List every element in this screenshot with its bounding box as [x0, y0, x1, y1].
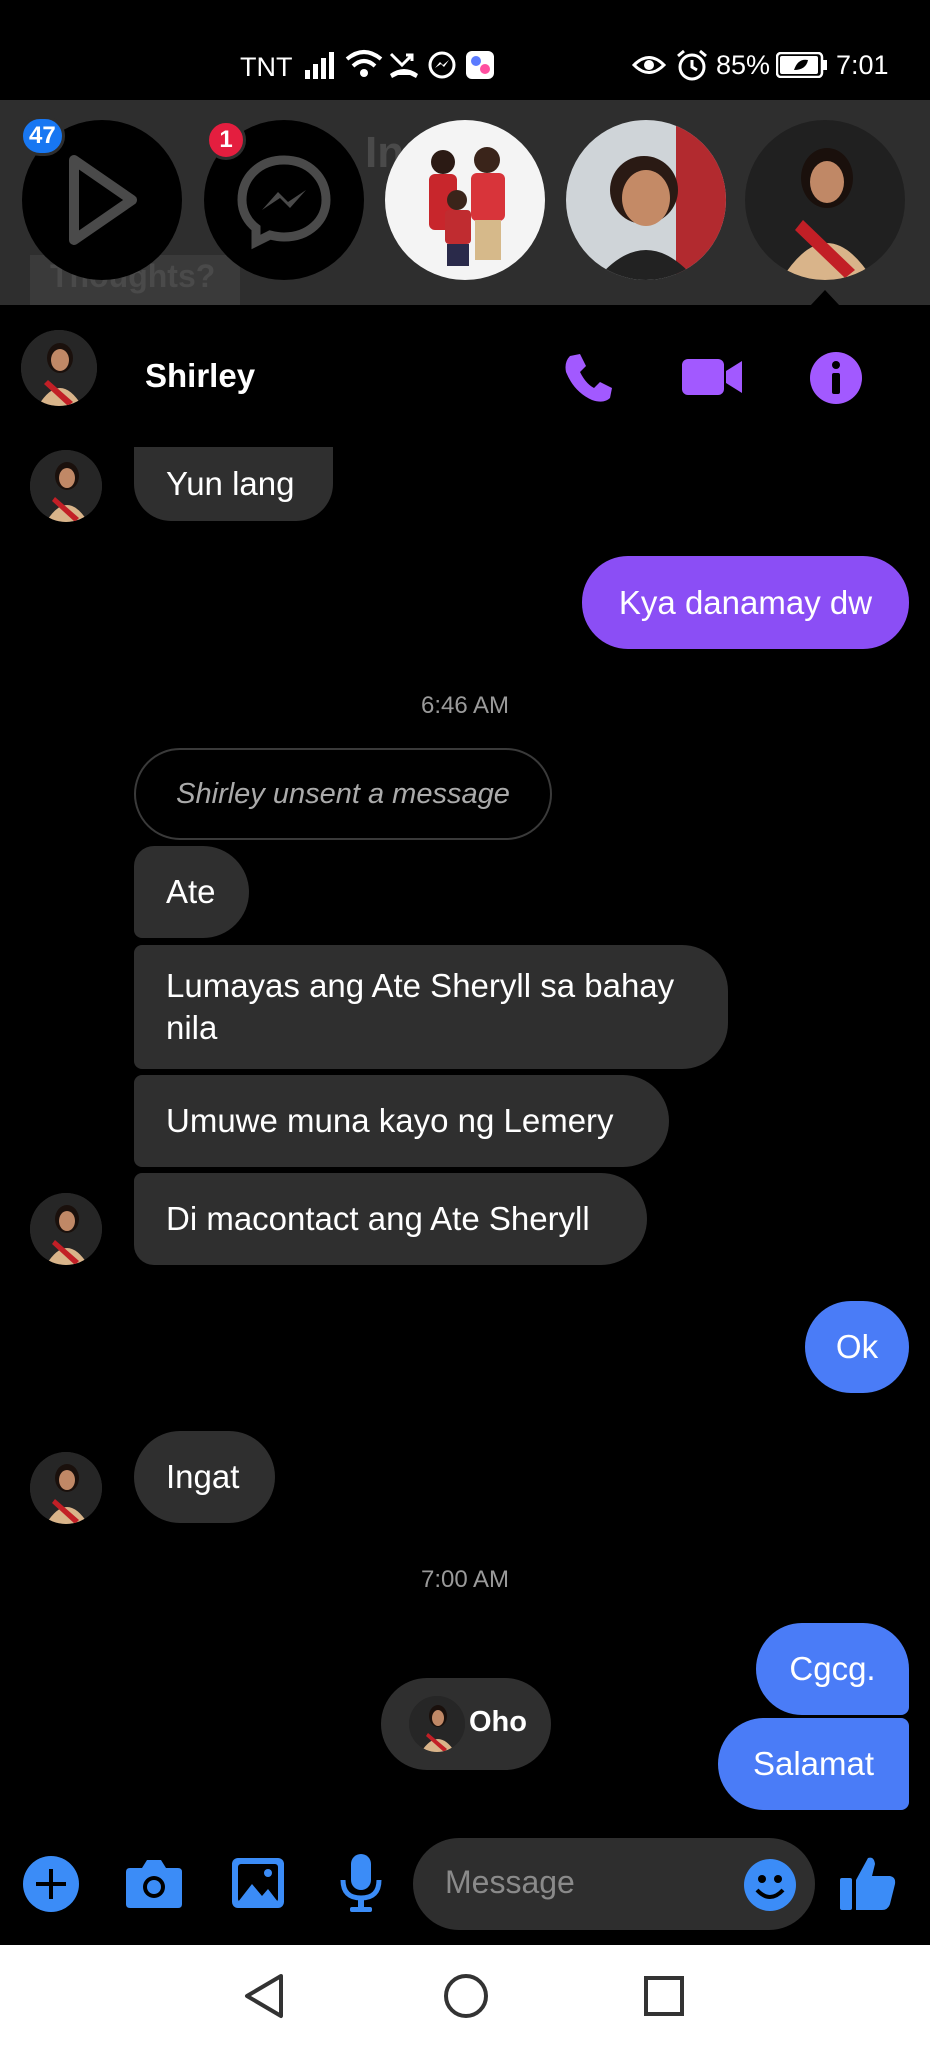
- emoji-icon[interactable]: [743, 1858, 797, 1912]
- incoming-message[interactable]: Di macontact ang Ate Sheryll: [134, 1173, 647, 1265]
- contact-name[interactable]: Shirley: [145, 357, 255, 395]
- unsent-message-notice: Shirley unsent a message: [134, 748, 552, 840]
- outgoing-message[interactable]: Cgcg.: [756, 1623, 909, 1715]
- outgoing-message[interactable]: Ok: [805, 1301, 909, 1393]
- contact-chat-head[interactable]: [566, 120, 726, 280]
- back-icon[interactable]: [243, 1973, 285, 2019]
- message-input[interactable]: Message: [413, 1838, 815, 1930]
- voice-call-icon[interactable]: [560, 350, 614, 404]
- reply-avatar: [409, 1696, 465, 1752]
- microphone-icon[interactable]: [338, 1852, 384, 1914]
- signal-icon: [305, 52, 334, 79]
- outgoing-message[interactable]: Salamat: [718, 1718, 909, 1810]
- missed-call-icon: [389, 52, 418, 78]
- android-nav-bar: [0, 1945, 930, 2048]
- video-call-icon[interactable]: [680, 355, 744, 399]
- shirley-photo: [745, 120, 905, 280]
- message-avatar: [30, 450, 102, 522]
- unread-badge: 1: [206, 120, 246, 160]
- timestamp: 6:46 AM: [420, 692, 510, 719]
- incoming-reply-message[interactable]: Oho: [381, 1678, 551, 1770]
- gallery-icon[interactable]: [230, 1856, 286, 1910]
- alarm-icon: [677, 49, 707, 81]
- incoming-message[interactable]: Ate: [134, 846, 249, 938]
- camera-icon[interactable]: [124, 1856, 184, 1910]
- plus-icon[interactable]: [22, 1855, 80, 1913]
- unread-badge: 47: [20, 116, 65, 156]
- message-avatar: [30, 1193, 102, 1265]
- battery-percent: 85%: [716, 50, 771, 80]
- contact-photo: [566, 120, 726, 280]
- app-notification-icon: [466, 51, 494, 79]
- wifi-icon: [345, 50, 383, 77]
- info-icon[interactable]: [808, 350, 864, 406]
- message-avatar: [30, 1452, 102, 1524]
- clock: 7:01: [836, 50, 889, 80]
- shirley-chat-head[interactable]: [745, 120, 905, 280]
- recents-icon[interactable]: [643, 1975, 685, 2017]
- outgoing-message[interactable]: Kya danamay dw: [582, 556, 909, 649]
- incoming-message[interactable]: Yun lang: [134, 447, 333, 521]
- incoming-message[interactable]: Ingat: [134, 1431, 275, 1523]
- eye-icon: [632, 56, 666, 74]
- incoming-message[interactable]: Lumayas ang Ate Sheryll sa bahay nila: [134, 945, 728, 1069]
- family-photo: [385, 120, 545, 280]
- message-placeholder: Message: [445, 1864, 575, 1900]
- messenger-notification-icon: [428, 51, 456, 79]
- like-icon[interactable]: [838, 1852, 898, 1912]
- header-avatar[interactable]: [21, 330, 97, 406]
- carrier-label: TNT: [240, 52, 293, 82]
- battery-icon: [776, 52, 827, 78]
- timestamp: 7:00 AM: [420, 1566, 510, 1593]
- status-bar: TNT 85% 7:01: [0, 0, 930, 100]
- family-chat-head[interactable]: [385, 120, 545, 280]
- incoming-message[interactable]: Umuwe muna kayo ng Lemery: [134, 1075, 669, 1167]
- home-icon[interactable]: [443, 1973, 489, 2019]
- selection-pointer: [810, 290, 840, 306]
